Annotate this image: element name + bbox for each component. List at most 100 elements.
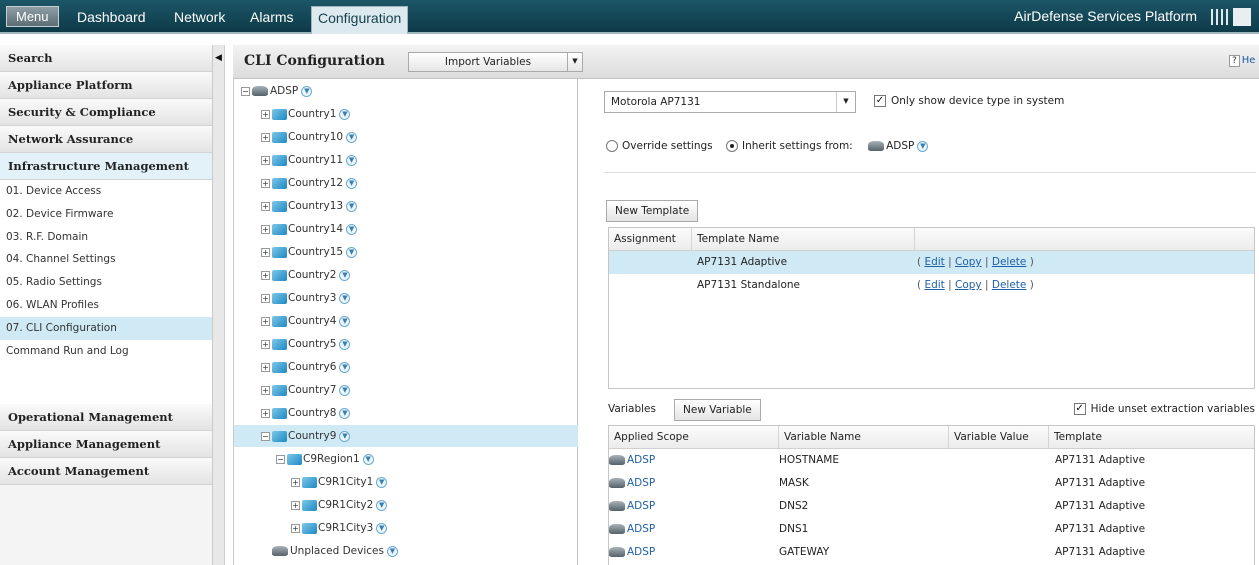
- tree-node-country[interactable]: + Country10 ▼: [261, 126, 358, 148]
- node-menu-icon[interactable]: ▼: [376, 476, 388, 488]
- node-menu-icon[interactable]: ▼: [346, 200, 358, 212]
- tree-node-country[interactable]: + Country15 ▼: [261, 241, 358, 263]
- edit-link[interactable]: Edit: [924, 279, 944, 291]
- tree-node-country[interactable]: + Country14 ▼: [261, 218, 358, 240]
- tree-node-city[interactable]: + C9R1City3 ▼: [291, 517, 388, 539]
- scope-link[interactable]: ADSP: [627, 454, 655, 466]
- table-row[interactable]: ADSP HOSTNAME AP7131 Adaptive: [609, 449, 1254, 472]
- expand-icon[interactable]: +: [261, 339, 270, 349]
- tree-node-region[interactable]: − C9Region1 ▼: [276, 448, 374, 470]
- nav-dashboard[interactable]: Dashboard: [77, 9, 146, 25]
- sidebar-collapse-tab[interactable]: ◀: [213, 45, 225, 565]
- hide-unset-checkbox[interactable]: ✓ Hide unset extraction variables: [1073, 403, 1255, 415]
- section-network-assurance[interactable]: Network Assurance: [0, 126, 212, 153]
- expand-icon[interactable]: +: [261, 293, 270, 303]
- import-variables-dropdown[interactable]: ▼: [568, 52, 583, 72]
- tree-node-country[interactable]: + Country4 ▼: [261, 310, 351, 332]
- sidebar-item-device-firmware[interactable]: 02. Device Firmware: [0, 202, 212, 226]
- new-variable-button[interactable]: New Variable: [674, 399, 761, 421]
- expand-icon[interactable]: +: [261, 201, 270, 211]
- section-search[interactable]: Search: [0, 45, 212, 72]
- nav-network[interactable]: Network: [174, 9, 225, 25]
- tree-node-country[interactable]: + Country1 ▼: [261, 103, 351, 125]
- node-menu-icon[interactable]: ▼: [339, 315, 351, 327]
- delete-link[interactable]: Delete: [992, 256, 1027, 268]
- node-menu-icon[interactable]: ▼: [346, 131, 358, 143]
- section-appliance-platform[interactable]: Appliance Platform: [0, 72, 212, 99]
- tree-node-city[interactable]: + C9R1City1 ▼: [291, 471, 388, 493]
- collapse-left-icon[interactable]: ◀: [215, 53, 222, 63]
- device-type-chevron-icon[interactable]: ▼: [836, 92, 855, 112]
- column-variable-value[interactable]: Variable Value: [949, 426, 1049, 449]
- copy-link[interactable]: Copy: [955, 279, 982, 291]
- node-menu-icon[interactable]: ▼: [339, 269, 351, 281]
- checkbox-checked-icon[interactable]: ✓: [1073, 403, 1086, 415]
- tree-node-country[interactable]: + Country13 ▼: [261, 195, 358, 217]
- column-template-name[interactable]: Template Name: [692, 228, 915, 251]
- node-menu-icon[interactable]: ▼: [339, 292, 351, 304]
- sidebar-item-channel-settings[interactable]: 04. Channel Settings: [0, 248, 212, 272]
- expand-icon[interactable]: +: [261, 178, 270, 188]
- table-row[interactable]: AP7131 Standalone ( Edit | Copy | Delete…: [609, 274, 1254, 297]
- menu-button[interactable]: Menu: [6, 6, 59, 27]
- node-menu-icon[interactable]: ▼: [301, 85, 313, 97]
- section-operational-management[interactable]: Operational Management: [0, 404, 212, 432]
- expand-icon[interactable]: +: [261, 247, 270, 257]
- collapse-icon[interactable]: −: [241, 86, 250, 96]
- column-template[interactable]: Template: [1049, 426, 1256, 449]
- sidebar-item-cli-configuration[interactable]: 07. CLI Configuration: [0, 316, 212, 340]
- node-menu-icon[interactable]: ▼: [339, 430, 351, 442]
- node-menu-icon[interactable]: ▼: [917, 140, 929, 152]
- node-menu-icon[interactable]: ▼: [339, 338, 351, 350]
- table-row[interactable]: ADSP DNS1 AP7131 Adaptive: [609, 518, 1254, 541]
- tree-node-country[interactable]: + Country8 ▼: [261, 402, 351, 424]
- node-menu-icon[interactable]: ▼: [346, 177, 358, 189]
- sidebar-item-radio-settings[interactable]: 05. Radio Settings: [0, 271, 212, 294]
- copy-link[interactable]: Copy: [955, 256, 982, 268]
- inherit-settings-radio[interactable]: Inherit settings from:: [725, 140, 853, 152]
- sidebar-item-wlan-profiles[interactable]: 06. WLAN Profiles: [0, 293, 212, 317]
- expand-icon[interactable]: +: [261, 109, 270, 119]
- tree-node-country[interactable]: + Country6 ▼: [261, 356, 351, 378]
- section-security-compliance[interactable]: Security & Compliance: [0, 99, 212, 126]
- expand-icon[interactable]: +: [261, 362, 270, 372]
- table-row[interactable]: ADSP MASK AP7131 Adaptive: [609, 472, 1254, 495]
- scope-link[interactable]: ADSP: [627, 546, 655, 558]
- node-menu-icon[interactable]: ▼: [362, 453, 374, 465]
- nav-configuration[interactable]: Configuration: [311, 6, 409, 34]
- expand-icon[interactable]: +: [261, 132, 270, 142]
- new-template-button[interactable]: New Template: [606, 200, 699, 222]
- edit-link[interactable]: Edit: [924, 256, 944, 268]
- tree-node-city[interactable]: + C9R1City2 ▼: [291, 494, 388, 516]
- tree-node-country[interactable]: + Country5 ▼: [261, 333, 351, 355]
- node-menu-icon[interactable]: ▼: [386, 545, 398, 557]
- expand-icon[interactable]: +: [261, 385, 270, 395]
- column-variable-name[interactable]: Variable Name: [779, 426, 949, 449]
- nav-alarms[interactable]: Alarms: [250, 9, 294, 25]
- expand-icon[interactable]: +: [291, 477, 300, 487]
- delete-link[interactable]: Delete: [992, 279, 1027, 291]
- node-menu-icon[interactable]: ▼: [346, 223, 358, 235]
- device-type-select[interactable]: Motorola AP7131: [604, 91, 856, 113]
- node-menu-icon[interactable]: ▼: [339, 384, 351, 396]
- expand-icon[interactable]: +: [261, 270, 270, 280]
- tree-node-root[interactable]: − ADSP ▼: [241, 80, 313, 102]
- expand-icon[interactable]: +: [291, 523, 300, 533]
- tree-node-country[interactable]: + Country12 ▼: [261, 172, 358, 194]
- scope-link[interactable]: ADSP: [627, 477, 655, 489]
- table-row[interactable]: ADSP GATEWAY AP7131 Adaptive: [609, 541, 1254, 564]
- expand-icon[interactable]: +: [261, 155, 270, 165]
- tab-variables[interactable]: Variables: [608, 403, 656, 415]
- radio-on-icon[interactable]: [725, 140, 738, 152]
- help-button[interactable]: ? He: [1229, 55, 1259, 71]
- checkbox-checked-icon[interactable]: ✓: [874, 95, 886, 107]
- import-variables-button[interactable]: Import Variables: [408, 52, 568, 72]
- node-menu-icon[interactable]: ▼: [346, 154, 358, 166]
- tree-node-country[interactable]: − Country9 ▼: [234, 425, 578, 447]
- table-row[interactable]: AP7131 Adaptive ( Edit | Copy | Delete ): [609, 251, 1254, 274]
- node-menu-icon[interactable]: ▼: [376, 499, 388, 511]
- sidebar-item-device-access[interactable]: 01. Device Access: [0, 180, 212, 203]
- scope-link[interactable]: ADSP: [627, 523, 655, 535]
- collapse-icon[interactable]: −: [261, 431, 270, 441]
- section-infrastructure-management[interactable]: Infrastructure Management: [0, 153, 212, 180]
